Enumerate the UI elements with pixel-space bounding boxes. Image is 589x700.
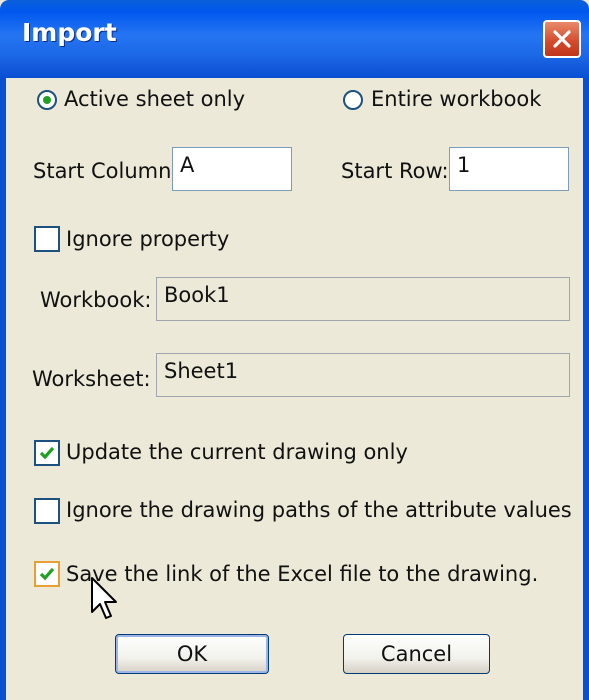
import-dialog: Import Active sheet only Entire workbook… <box>0 0 589 700</box>
window-frame-left <box>0 78 6 700</box>
workbook-field[interactable]: Book1 <box>156 277 570 321</box>
window-frame-right <box>583 78 589 700</box>
worksheet-label: Worksheet: <box>32 367 151 391</box>
entire-workbook-label[interactable]: Entire workbook <box>371 87 541 111</box>
save-link-checkbox[interactable] <box>34 561 60 587</box>
start-row-input[interactable]: 1 <box>449 147 569 191</box>
worksheet-field[interactable]: Sheet1 <box>156 353 570 397</box>
save-link-label[interactable]: Save the link of the Excel file to the d… <box>66 562 538 586</box>
dialog-title: Import <box>22 18 117 47</box>
start-column-label: Start Column: <box>33 159 179 183</box>
ignore-paths-checkbox[interactable] <box>34 498 60 524</box>
update-current-label[interactable]: Update the current drawing only <box>66 440 408 464</box>
close-button[interactable] <box>543 20 581 58</box>
ignore-paths-label[interactable]: Ignore the drawing paths of the attribut… <box>66 498 572 522</box>
ignore-property-label[interactable]: Ignore property <box>66 227 229 251</box>
start-row-label: Start Row: <box>341 159 449 183</box>
start-column-input[interactable]: A <box>172 147 292 191</box>
radio-selected-dot <box>43 96 51 104</box>
checkmark-icon <box>39 567 55 581</box>
mouse-cursor-icon <box>91 577 117 619</box>
close-icon <box>553 30 571 48</box>
cancel-button[interactable]: Cancel <box>343 634 490 674</box>
title-bar[interactable]: Import <box>0 0 589 78</box>
ignore-property-checkbox[interactable] <box>34 226 60 252</box>
active-sheet-label[interactable]: Active sheet only <box>64 87 245 111</box>
ok-button[interactable]: OK <box>115 634 269 674</box>
update-current-checkbox[interactable] <box>34 440 60 466</box>
workbook-label: Workbook: <box>40 288 152 312</box>
entire-workbook-radio[interactable] <box>343 90 363 110</box>
checkmark-icon <box>39 446 55 460</box>
active-sheet-radio[interactable] <box>37 90 57 110</box>
